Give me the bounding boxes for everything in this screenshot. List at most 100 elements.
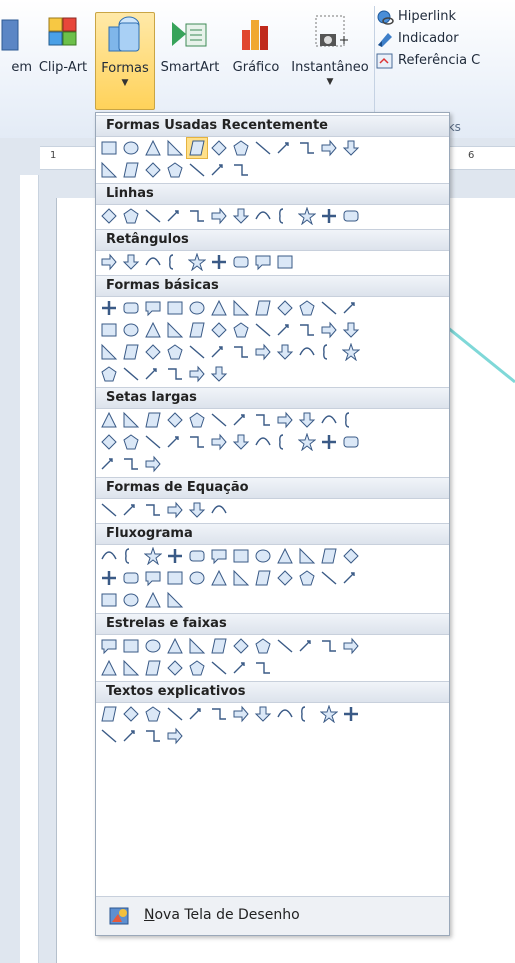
shape-option-icon[interactable] [142,635,164,657]
shape-option-icon[interactable] [98,363,120,385]
shape-option-icon[interactable] [208,341,230,363]
shape-option-icon[interactable] [230,297,252,319]
shape-option-icon[interactable] [142,159,164,181]
shape-option-icon[interactable] [208,137,230,159]
shape-option-icon[interactable] [296,409,318,431]
shape-option-icon[interactable] [208,297,230,319]
shape-option-icon[interactable] [142,453,164,475]
shape-option-icon[interactable] [98,137,120,159]
shape-option-icon[interactable] [340,567,362,589]
shape-option-icon[interactable] [318,341,340,363]
shape-option-icon[interactable] [340,341,362,363]
shape-option-icon[interactable] [186,363,208,385]
shape-option-icon[interactable] [208,545,230,567]
shape-option-icon[interactable] [340,431,362,453]
shape-option-icon[interactable] [120,319,142,341]
shape-option-icon[interactable] [340,319,362,341]
shape-option-icon[interactable] [208,657,230,679]
shape-option-icon[interactable] [318,137,340,159]
shape-option-icon[interactable] [252,657,274,679]
shape-option-icon[interactable] [296,545,318,567]
shape-option-icon[interactable] [186,319,208,341]
shape-option-icon[interactable] [230,205,252,227]
shape-option-icon[interactable] [340,205,362,227]
shape-option-icon[interactable] [296,341,318,363]
shape-option-icon[interactable] [98,431,120,453]
shape-option-icon[interactable] [164,341,186,363]
shape-option-icon[interactable] [120,431,142,453]
shape-option-icon[interactable] [274,635,296,657]
shape-option-icon[interactable] [142,363,164,385]
shape-option-icon[interactable] [120,137,142,159]
shape-option-icon[interactable] [98,251,120,273]
shape-option-icon[interactable] [120,159,142,181]
shape-option-icon[interactable] [142,545,164,567]
shape-option-icon[interactable] [230,703,252,725]
shape-option-icon[interactable] [98,453,120,475]
shape-option-icon[interactable] [98,545,120,567]
shape-option-icon[interactable] [274,251,296,273]
shape-option-icon[interactable] [142,499,164,521]
shape-option-icon[interactable] [120,635,142,657]
shape-option-icon[interactable] [230,657,252,679]
shape-option-icon[interactable] [120,251,142,273]
shape-option-icon[interactable] [208,499,230,521]
shape-option-icon[interactable] [186,431,208,453]
shape-option-icon[interactable] [274,545,296,567]
shape-option-icon[interactable] [142,725,164,747]
shape-option-icon[interactable] [252,703,274,725]
shape-option-icon[interactable] [142,319,164,341]
shape-option-icon[interactable] [208,205,230,227]
shape-option-icon[interactable] [164,137,186,159]
shape-option-icon[interactable] [230,635,252,657]
shape-option-icon[interactable] [340,635,362,657]
shape-option-icon[interactable] [318,703,340,725]
shape-option-icon[interactable] [252,545,274,567]
shape-option-icon[interactable] [318,431,340,453]
shape-option-icon[interactable] [142,567,164,589]
shape-option-icon[interactable] [98,159,120,181]
shape-option-icon[interactable] [208,159,230,181]
shape-option-icon[interactable] [318,545,340,567]
shape-option-icon[interactable] [120,499,142,521]
shape-option-icon[interactable] [164,657,186,679]
shape-option-icon[interactable] [164,725,186,747]
shape-option-icon[interactable] [98,205,120,227]
shape-option-icon[interactable] [252,341,274,363]
shape-option-icon[interactable] [164,159,186,181]
shape-option-icon[interactable] [142,657,164,679]
shape-option-icon[interactable] [252,431,274,453]
shape-option-icon[interactable] [230,409,252,431]
shape-option-icon[interactable] [164,205,186,227]
shape-option-icon[interactable] [274,341,296,363]
shape-option-icon[interactable] [186,137,208,159]
shape-option-icon[interactable] [164,297,186,319]
shape-option-icon[interactable] [252,409,274,431]
new-drawing-canvas-button[interactable]: Nova Tela de Desenho [96,896,449,935]
shape-option-icon[interactable] [186,499,208,521]
shape-option-icon[interactable] [296,319,318,341]
shape-option-icon[interactable] [208,567,230,589]
shape-option-icon[interactable] [340,545,362,567]
shape-option-icon[interactable] [186,297,208,319]
shape-option-icon[interactable] [186,635,208,657]
shape-option-icon[interactable] [142,703,164,725]
shape-option-icon[interactable] [98,725,120,747]
shape-option-icon[interactable] [164,319,186,341]
shape-option-icon[interactable] [274,137,296,159]
shape-option-icon[interactable] [142,341,164,363]
shape-option-icon[interactable] [120,657,142,679]
shape-option-icon[interactable] [318,297,340,319]
shape-option-icon[interactable] [230,341,252,363]
shape-option-icon[interactable] [142,589,164,611]
shape-option-icon[interactable] [120,205,142,227]
shape-option-icon[interactable] [274,297,296,319]
shape-option-icon[interactable] [98,703,120,725]
shape-option-icon[interactable] [98,589,120,611]
shape-option-icon[interactable] [186,409,208,431]
shape-option-icon[interactable] [120,567,142,589]
shape-option-icon[interactable] [252,251,274,273]
shape-option-icon[interactable] [120,725,142,747]
shape-option-icon[interactable] [208,409,230,431]
shape-option-icon[interactable] [164,635,186,657]
